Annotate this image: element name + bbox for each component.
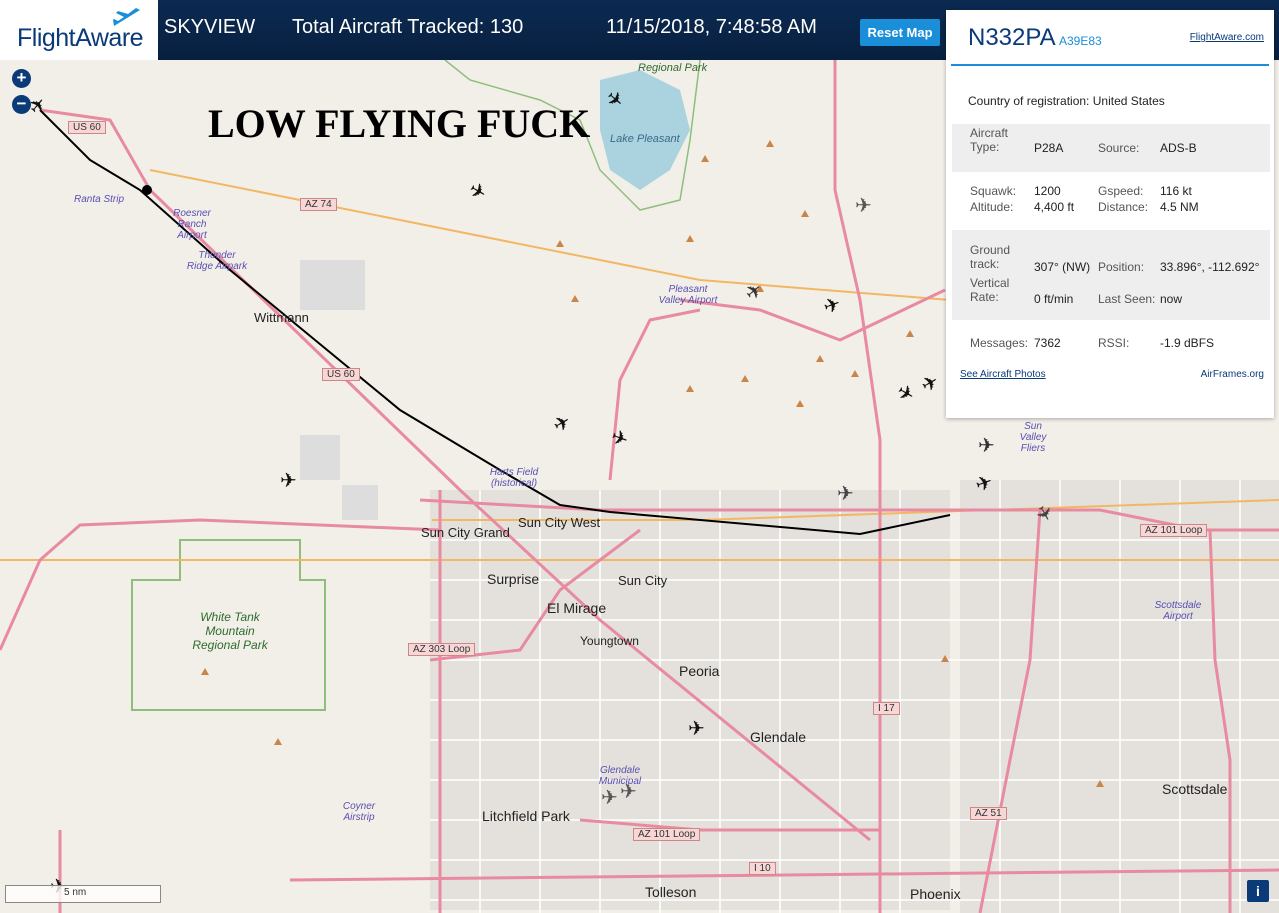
city-label: El Mirage bbox=[547, 600, 607, 616]
country-value: United States bbox=[1092, 94, 1165, 108]
airport-label: Ranta Strip bbox=[74, 194, 125, 205]
city-label: Sun City bbox=[618, 573, 668, 588]
flightaware-link[interactable]: FlightAware.com bbox=[1190, 32, 1264, 43]
airport-label: Thunder Ridge Airpark bbox=[186, 250, 248, 272]
park-label-white-tank: White Tank Mountain Regional Park bbox=[192, 610, 268, 652]
section-track: Ground track: 307° (NW) Position: 33.896… bbox=[952, 230, 1270, 320]
position-value: 33.896°, -112.692° bbox=[1160, 260, 1260, 274]
app-name: SKYVIEW bbox=[164, 16, 256, 38]
lastseen-label: Last Seen: bbox=[1098, 292, 1156, 306]
aircraft-icon[interactable]: ✈ bbox=[688, 719, 705, 739]
aircraft-hex: A39E83 bbox=[1059, 34, 1102, 48]
altitude-value: 4,400 ft bbox=[1034, 200, 1075, 214]
flightaware-logo[interactable]: FlightAware bbox=[0, 0, 158, 60]
highway-shield: I 10 bbox=[749, 862, 776, 875]
distance-label: Distance: bbox=[1098, 200, 1149, 214]
aircraft-icon[interactable]: ✈ bbox=[978, 436, 995, 456]
zoom-in-button[interactable]: + bbox=[12, 69, 31, 88]
panel-divider bbox=[951, 64, 1269, 66]
logo-text: FlightAware bbox=[17, 24, 144, 52]
highway-shield: AZ 303 Loop bbox=[408, 643, 476, 656]
city-label: Scottsdale bbox=[1162, 781, 1228, 797]
section-messages: Messages: 7362 RSSI: -1.9 dBFS bbox=[952, 324, 1270, 360]
highway-shield: AZ 101 Loop bbox=[633, 828, 701, 841]
highway-shield: AZ 51 bbox=[970, 807, 1007, 820]
rssi-value: -1.9 dBFS bbox=[1160, 336, 1215, 350]
scale-label: 5 nm bbox=[64, 887, 87, 898]
city-label: Glendale bbox=[750, 729, 807, 745]
aircraft-count: Total Aircraft Tracked: 130 bbox=[292, 16, 524, 38]
aircraft-type-value: P28A bbox=[1034, 141, 1064, 155]
info-button[interactable]: i bbox=[1247, 880, 1269, 902]
source-value: ADS-B bbox=[1160, 141, 1197, 155]
airport-label: Scottsdale Airport bbox=[1154, 600, 1202, 622]
city-label: Youngtown bbox=[580, 634, 639, 648]
rssi-label: RSSI: bbox=[1098, 336, 1130, 350]
section-squawk: Squawk: 1200 Gspeed: 116 kt Altitude: 4,… bbox=[952, 176, 1270, 228]
source-label: Source: bbox=[1098, 141, 1140, 155]
aircraft-type-label: Aircraft Type: bbox=[970, 126, 1009, 154]
highway-shield: I 17 bbox=[873, 702, 900, 715]
aircraft-photos-link[interactable]: See Aircraft Photos bbox=[960, 369, 1046, 380]
city-label: Phoenix bbox=[910, 886, 961, 902]
aircraft-icon[interactable]: ✈ bbox=[280, 471, 297, 491]
scale-bar: 5 nm bbox=[5, 885, 161, 903]
vrate-value: 0 ft/min bbox=[1034, 292, 1074, 306]
aircraft-registration: N332PA bbox=[968, 24, 1056, 51]
city-label: Surprise bbox=[487, 571, 540, 587]
lake-label: Lake Pleasant bbox=[610, 133, 680, 145]
squawk-value: 1200 bbox=[1034, 184, 1061, 198]
aircraft-icon[interactable]: ✈ bbox=[855, 196, 872, 216]
messages-label: Messages: bbox=[970, 336, 1029, 350]
aircraft-icon[interactable]: ✈ bbox=[620, 782, 637, 802]
park-label-regional: Regional Park bbox=[638, 62, 708, 74]
city-label: Tolleson bbox=[645, 884, 697, 900]
city-label: Litchfield Park bbox=[482, 808, 570, 824]
country-row: Country of registration: United States bbox=[968, 94, 1165, 108]
datetime: 11/15/2018, 7:48:58 AM bbox=[606, 16, 817, 38]
city-label: Wittmann bbox=[254, 310, 309, 325]
position-label: Position: bbox=[1098, 260, 1145, 274]
highway-shield: US 60 bbox=[322, 368, 360, 381]
aircraft-detail-panel: N332PA A39E83 FlightAware.com Country of… bbox=[946, 10, 1274, 418]
highway-shield: AZ 101 Loop bbox=[1140, 524, 1208, 537]
gspeed-label: Gspeed: bbox=[1098, 184, 1144, 198]
track-label: Ground track: bbox=[970, 243, 1011, 271]
airport-label: Sun Valley Fliers bbox=[1019, 421, 1047, 454]
aircraft-icon[interactable]: ✈ bbox=[837, 484, 854, 504]
vrate-label: Vertical Rate: bbox=[970, 276, 1010, 304]
map-caption: LOW FLYING FUCK bbox=[208, 101, 591, 146]
aircraft-icon[interactable]: ✈ bbox=[601, 788, 618, 808]
airport-label: Pleasant Valley Airport bbox=[658, 284, 718, 306]
squawk-label: Squawk: bbox=[970, 184, 1017, 198]
reset-map-button[interactable]: Reset Map bbox=[860, 19, 940, 46]
airport-label: Coyner Airstrip bbox=[342, 801, 376, 823]
city-label: Sun City Grand bbox=[421, 525, 510, 540]
track-start-dot bbox=[142, 185, 152, 195]
zoom-out-button[interactable]: − bbox=[12, 95, 31, 114]
lastseen-value: now bbox=[1160, 292, 1183, 306]
altitude-label: Altitude: bbox=[970, 200, 1014, 214]
country-label: Country of registration: bbox=[968, 94, 1090, 108]
airport-label: Roesner Ranch Airport bbox=[173, 208, 211, 241]
highway-shield: AZ 74 bbox=[300, 198, 337, 211]
distance-value: 4.5 NM bbox=[1160, 200, 1199, 214]
city-label: Sun City West bbox=[518, 515, 601, 530]
highway-shield: US 60 bbox=[68, 121, 106, 134]
gspeed-value: 116 kt bbox=[1160, 184, 1192, 198]
airframes-link[interactable]: AirFrames.org bbox=[1201, 369, 1264, 380]
track-value: 307° (NW) bbox=[1034, 260, 1091, 274]
messages-value: 7362 bbox=[1034, 336, 1061, 350]
section-aircraft: Aircraft Type: P28A Source: ADS-B bbox=[952, 124, 1270, 172]
airport-label: Harts Field (historical) bbox=[489, 467, 539, 489]
city-label: Peoria bbox=[679, 663, 720, 679]
